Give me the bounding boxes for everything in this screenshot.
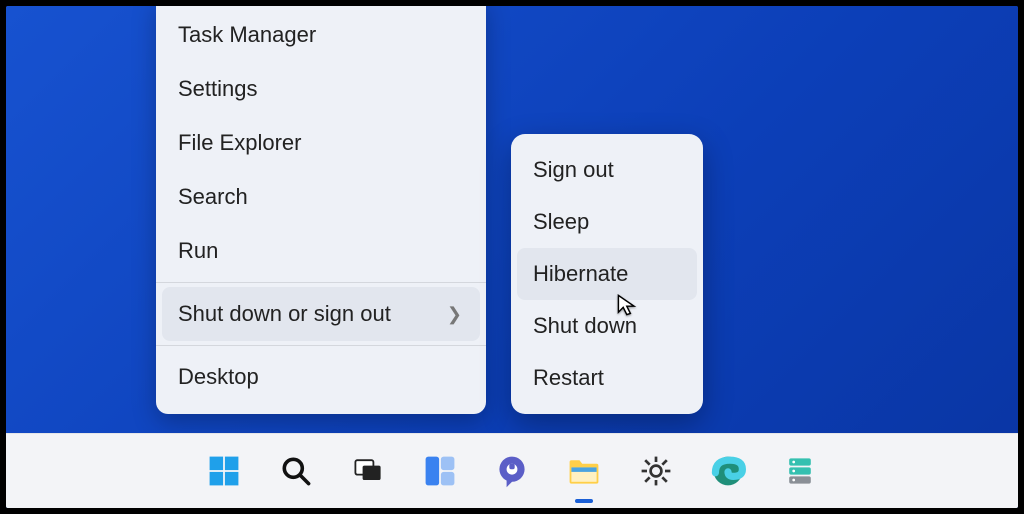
menu-item-shutdown-or-signout[interactable]: Shut down or sign out ❯ <box>162 287 480 341</box>
start-icon[interactable] <box>202 449 246 493</box>
widgets-icon[interactable] <box>418 449 462 493</box>
chevron-right-icon: ❯ <box>447 304 462 325</box>
submenu-item-sleep[interactable]: Sleep <box>517 196 697 248</box>
menu-item-label: File Explorer <box>178 130 301 156</box>
menu-item-label: Settings <box>178 76 258 102</box>
menu-item-settings[interactable]: Settings <box>156 62 486 116</box>
power-submenu: Sign out Sleep Hibernate Shut down Resta… <box>511 134 703 414</box>
search-icon[interactable] <box>274 449 318 493</box>
submenu-item-label: Sleep <box>533 209 589 235</box>
menu-item-label: Run <box>178 238 218 264</box>
taskbar-active-indicator <box>575 499 593 503</box>
taskbar <box>6 433 1018 508</box>
submenu-item-hibernate[interactable]: Hibernate <box>517 248 697 300</box>
server-manager-icon[interactable] <box>778 449 822 493</box>
menu-item-label: Shut down or sign out <box>178 301 391 327</box>
menu-item-run[interactable]: Run <box>156 224 486 278</box>
menu-separator <box>156 345 486 346</box>
task-view-icon[interactable] <box>346 449 390 493</box>
menu-item-label: Desktop <box>178 364 259 390</box>
menu-item-search[interactable]: Search <box>156 170 486 224</box>
winx-context-menu: Task Manager Settings File Explorer Sear… <box>156 6 486 414</box>
submenu-item-label: Shut down <box>533 313 637 339</box>
submenu-item-sign-out[interactable]: Sign out <box>517 144 697 196</box>
chat-icon[interactable] <box>490 449 534 493</box>
menu-item-label: Task Manager <box>178 22 316 48</box>
settings-icon[interactable] <box>634 449 678 493</box>
submenu-item-label: Restart <box>533 365 604 391</box>
menu-item-task-manager[interactable]: Task Manager <box>156 8 486 62</box>
submenu-item-label: Hibernate <box>533 261 628 287</box>
submenu-item-label: Sign out <box>533 157 614 183</box>
edge-icon[interactable] <box>706 449 750 493</box>
file-explorer-icon[interactable] <box>562 449 606 493</box>
menu-item-desktop[interactable]: Desktop <box>156 350 486 404</box>
menu-item-file-explorer[interactable]: File Explorer <box>156 116 486 170</box>
submenu-item-shut-down[interactable]: Shut down <box>517 300 697 352</box>
menu-item-label: Search <box>178 184 248 210</box>
submenu-item-restart[interactable]: Restart <box>517 352 697 404</box>
menu-separator <box>156 282 486 283</box>
